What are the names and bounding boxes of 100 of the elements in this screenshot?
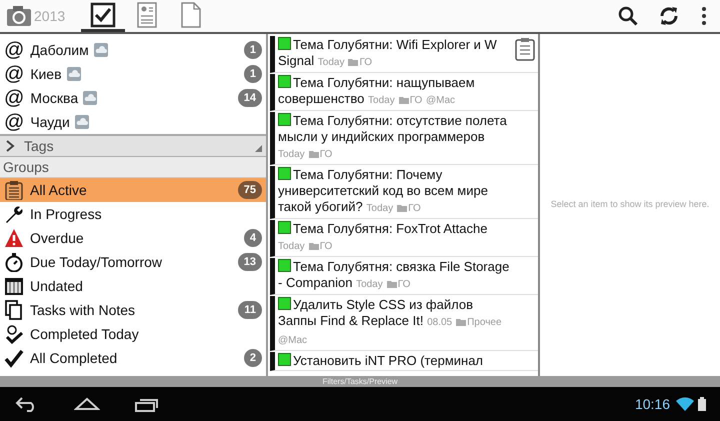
group-item[interactable]: All Completed 2 [0,346,266,370]
folder-icon [398,96,409,104]
count-badge: 2 [244,348,262,368]
count-badge: 13 [238,252,262,272]
location-name: Киев [30,64,62,84]
task-context: @Mac [278,335,308,346]
count-badge: 11 [238,300,262,320]
checkbox-tab[interactable] [81,0,126,32]
task-date: Today [318,57,344,68]
corner-triangle-icon [255,145,262,152]
battery-icon [698,397,706,411]
task-date: Today [278,149,305,160]
group-label: Completed Today [30,324,139,344]
home-button[interactable] [74,395,100,413]
location-item[interactable]: @ Москва 14 [0,86,266,110]
location-item[interactable]: @ Чауди [0,110,266,134]
folder-icon [308,150,319,158]
task-context: @Mac [426,95,456,106]
camera-icon [6,5,32,27]
task-item[interactable]: Тема Голубятни: нащупываем совершенство Today ГО @Mac [270,74,538,111]
wrench-icon [4,204,24,224]
location-item[interactable]: @ Киев 1 [0,62,266,86]
pane-label: Filters/Tasks/Preview [0,376,720,387]
warning-icon [4,228,24,248]
date-text: 2013 [34,6,66,26]
location-item[interactable]: @ Даболим 1 [0,38,266,62]
wifi-icon [676,397,694,411]
task-item[interactable]: Удалить Style CSS из файлов Заппы Find & Replace It! 08.05 Прочее @Mac [270,296,538,351]
task-folder: ГО [320,241,332,252]
sync-icon [658,5,680,27]
task-folder: ГО [408,203,421,214]
overflow-menu-icon [700,6,708,26]
folder-icon [308,242,319,250]
group-item[interactable]: Tasks with Notes 11 [0,298,266,322]
folder-icon [386,280,397,288]
preview-hint: Select an item to show its preview here. [550,198,710,212]
home-icon [74,395,100,413]
group-label: All Completed [30,348,118,368]
status-square-icon [278,167,291,180]
group-item[interactable]: All Active 75 [0,178,266,202]
status-square-icon [278,221,291,234]
location-name: Чауди [30,112,70,132]
task-folder: ГО [398,279,410,290]
folder-icon [397,204,408,212]
cloud-icon [74,115,89,129]
cloud-icon [66,67,81,81]
tags-section-header[interactable]: Tags [0,134,266,157]
task-date: Today [368,95,395,106]
task-item[interactable]: Тема Голубятня: FoxTrot Attache Today ГО [270,220,538,257]
task-date: Today [356,279,383,290]
location-name: Даболим [30,40,89,60]
task-folder: ГО [410,95,422,106]
task-item[interactable]: Тема Голубятни: Почему университетский код во всем мире такой убогий? Today ГО [270,166,538,219]
section-header: Groups [0,157,266,178]
task-date: Today [278,241,305,252]
task-date: 08.05 [427,317,452,328]
cloud-icon [83,91,98,105]
status-square-icon [278,37,291,50]
checkmark-icon [4,348,24,368]
count-badge: 1 [244,40,262,60]
search-icon [618,6,638,26]
at-sign: @ [4,88,24,108]
task-item[interactable]: Тема Голубятня: связка File Storage - Companion Today ГО [270,258,538,295]
at-sign: @ [4,64,24,84]
status-square-icon [278,75,291,88]
task-date: Today [366,203,394,214]
status-square-icon [278,113,291,126]
count-badge: 4 [244,228,262,248]
group-label: Undated [30,276,83,296]
count-badge: 75 [238,180,262,200]
at-sign: @ [4,112,24,132]
group-label: In Progress [30,204,102,224]
group-label: Tasks with Notes [30,300,136,320]
cloud-icon [94,43,108,57]
folder-icon [348,58,358,66]
section-title: Tags [24,136,54,156]
task-item[interactable]: Тема Голубятни: отсутствие полета мысли у индийских программеров Today ГО [270,112,538,165]
group-item[interactable]: Overdue 4 [0,226,266,250]
at-sign: @ [4,40,24,60]
group-item[interactable]: Undated [0,274,266,298]
stopwatch-icon [4,252,24,272]
group-label: Overdue [30,228,84,248]
clock: 10:16 [634,394,670,414]
clipboard-icon[interactable] [515,37,535,61]
task-item[interactable]: Установить iNT PRO (терминал [270,352,538,371]
status-square-icon [278,353,291,366]
location-name: Москва [30,88,78,108]
task-folder: ГО [320,149,332,160]
task-folder: Прочее [467,317,502,328]
status-square-icon [278,297,291,310]
calendar-icon [4,276,24,296]
group-item[interactable]: In Progress [0,202,266,226]
group-item[interactable]: Completed Today [0,322,266,346]
count-badge: 14 [238,88,262,108]
group-item[interactable]: Due Today/Tomorrow 13 [0,250,266,274]
chevron-right-icon [4,140,16,152]
status-square-icon [278,259,291,272]
stopwatch-check-icon [4,324,24,344]
documents-icon [4,300,24,320]
group-label: Due Today/Tomorrow [30,252,162,272]
